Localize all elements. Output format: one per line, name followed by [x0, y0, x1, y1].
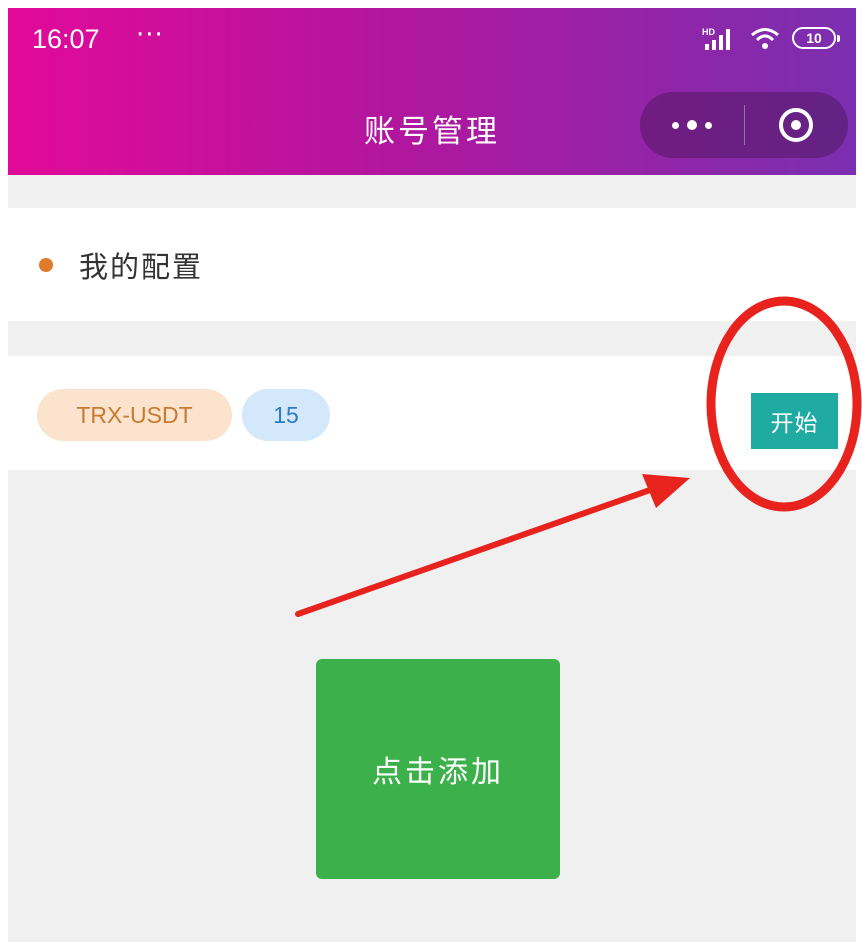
status-notification-dots: ··· — [136, 20, 164, 50]
pair-tag: TRX-USDT — [37, 389, 232, 441]
app-screen: 16:07 ··· HD 10 账号管理 我的配置 TRX-USDT 15 开始… — [8, 8, 856, 942]
add-button[interactable]: 点击添加 — [316, 659, 560, 879]
section-header: 我的配置 — [8, 208, 856, 321]
value-tag: 15 — [242, 389, 330, 441]
status-icons: HD 10 — [702, 26, 840, 50]
close-button[interactable] — [745, 92, 849, 158]
more-button[interactable] — [640, 92, 744, 158]
more-dots-icon — [671, 120, 712, 130]
start-button[interactable]: 开始 — [751, 393, 838, 449]
config-row: TRX-USDT 15 开始 — [8, 356, 856, 470]
target-circle-icon — [779, 108, 814, 142]
status-time: 16:07 — [32, 24, 100, 54]
header: 16:07 ··· HD 10 账号管理 — [8, 8, 856, 175]
section-title: 我的配置 — [79, 249, 204, 284]
section-dot-icon — [39, 257, 53, 272]
wifi-icon — [751, 28, 779, 49]
network-label: HD — [702, 27, 715, 37]
signal-icon: HD — [702, 27, 730, 50]
battery-level: 10 — [806, 30, 822, 46]
battery-icon: 10 — [792, 27, 840, 49]
mini-program-capsule — [640, 92, 848, 158]
